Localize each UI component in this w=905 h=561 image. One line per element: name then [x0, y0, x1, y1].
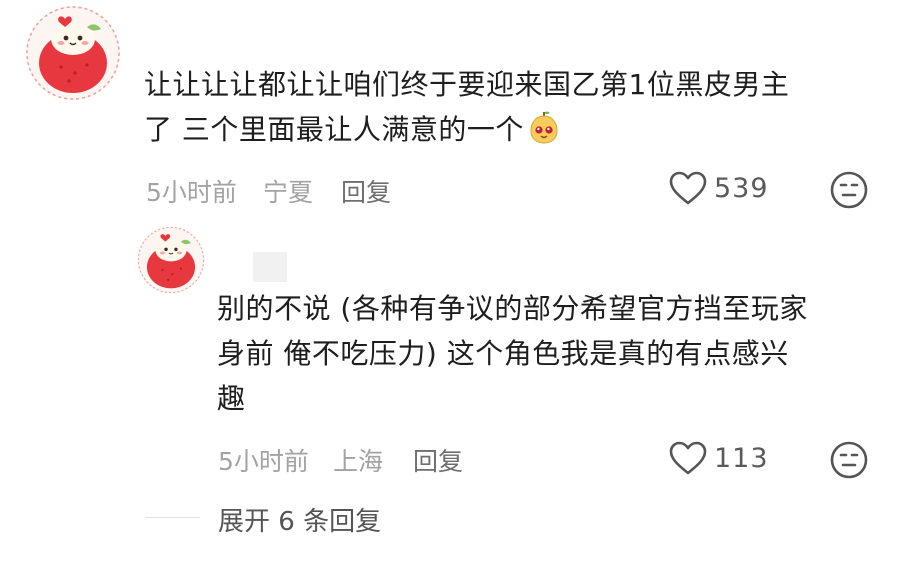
reply-text: 别的不说 (各种有争议的部分希望官方挡至玩家 身前 俺不吃压力) 这个角色我是真…	[217, 286, 887, 421]
comment-text-line: 让让让让都让让咱们终于要迎来国乙第1位黑皮男主	[144, 68, 790, 101]
heart-icon	[669, 441, 707, 475]
frown-face-icon	[830, 171, 868, 209]
comment-time: 5小时前	[146, 178, 237, 207]
expand-replies-button[interactable]: 展开 6 条回复	[218, 501, 381, 538]
reply-text-line: 别的不说 (各种有争议的部分希望官方挡至玩家	[217, 292, 808, 325]
reply-text-line: 身前 俺不吃压力) 这个角色我是真的有点感兴	[217, 337, 789, 370]
frown-face-icon	[830, 441, 868, 479]
avatar-image	[26, 6, 120, 100]
like-count: 539	[714, 172, 769, 204]
comment-text: 让让让让都让让咱们终于要迎来国乙第1位黑皮男主 了 三个里面最让人满意的一个	[144, 62, 884, 152]
reply-avatar[interactable]	[137, 226, 205, 294]
comment-text-line: 了 三个里面最让人满意的一个	[144, 107, 884, 152]
avatar[interactable]	[25, 5, 121, 101]
like-count: 113	[714, 442, 769, 474]
dislike-button[interactable]	[829, 440, 869, 480]
reply-button[interactable]: 回复	[413, 442, 463, 478]
pear-face-emoji-icon	[530, 111, 558, 144]
username-redacted	[253, 252, 287, 282]
reply-text-line: 趣	[217, 382, 246, 415]
avatar-image	[137, 226, 205, 294]
heart-icon	[669, 171, 707, 205]
comment-location: 宁夏	[263, 178, 314, 207]
like-button[interactable]: 113	[668, 440, 769, 476]
comment-text-line-content: 了 三个里面最让人满意的一个	[144, 113, 524, 146]
reply-button[interactable]: 回复	[341, 173, 391, 209]
reply-location: 上海	[333, 447, 384, 476]
reply-time: 5小时前	[218, 447, 309, 476]
like-button[interactable]: 539	[668, 170, 769, 206]
expand-divider	[145, 517, 200, 518]
dislike-button[interactable]	[829, 170, 869, 210]
